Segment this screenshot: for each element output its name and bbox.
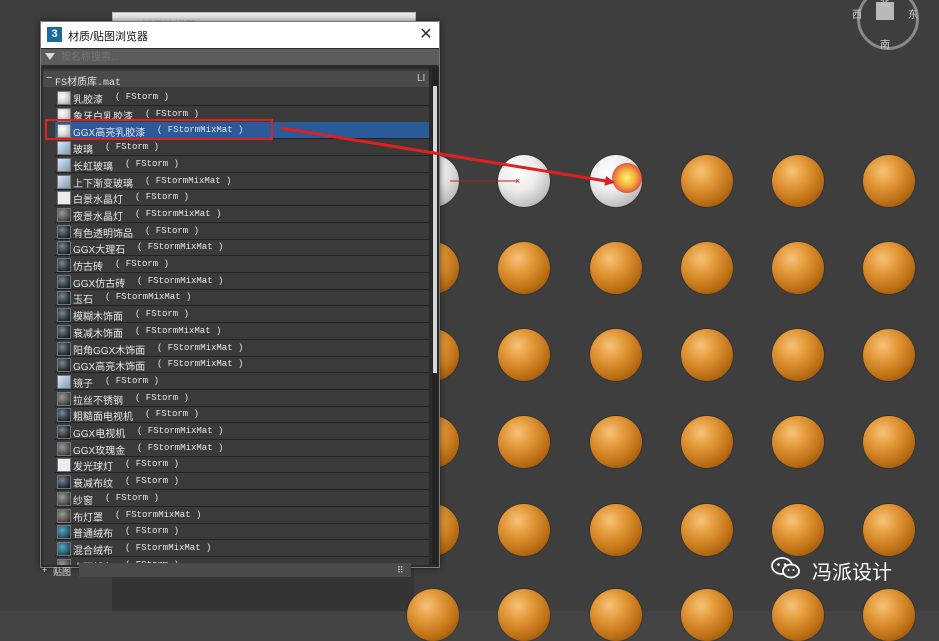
watermark-text: 冯派设计 <box>812 562 892 584</box>
drag-x-marker: × <box>515 176 520 186</box>
wechat-icon <box>771 557 800 579</box>
drag-arrow <box>280 126 615 186</box>
drag-arrow-overlay: × <box>280 126 615 186</box>
